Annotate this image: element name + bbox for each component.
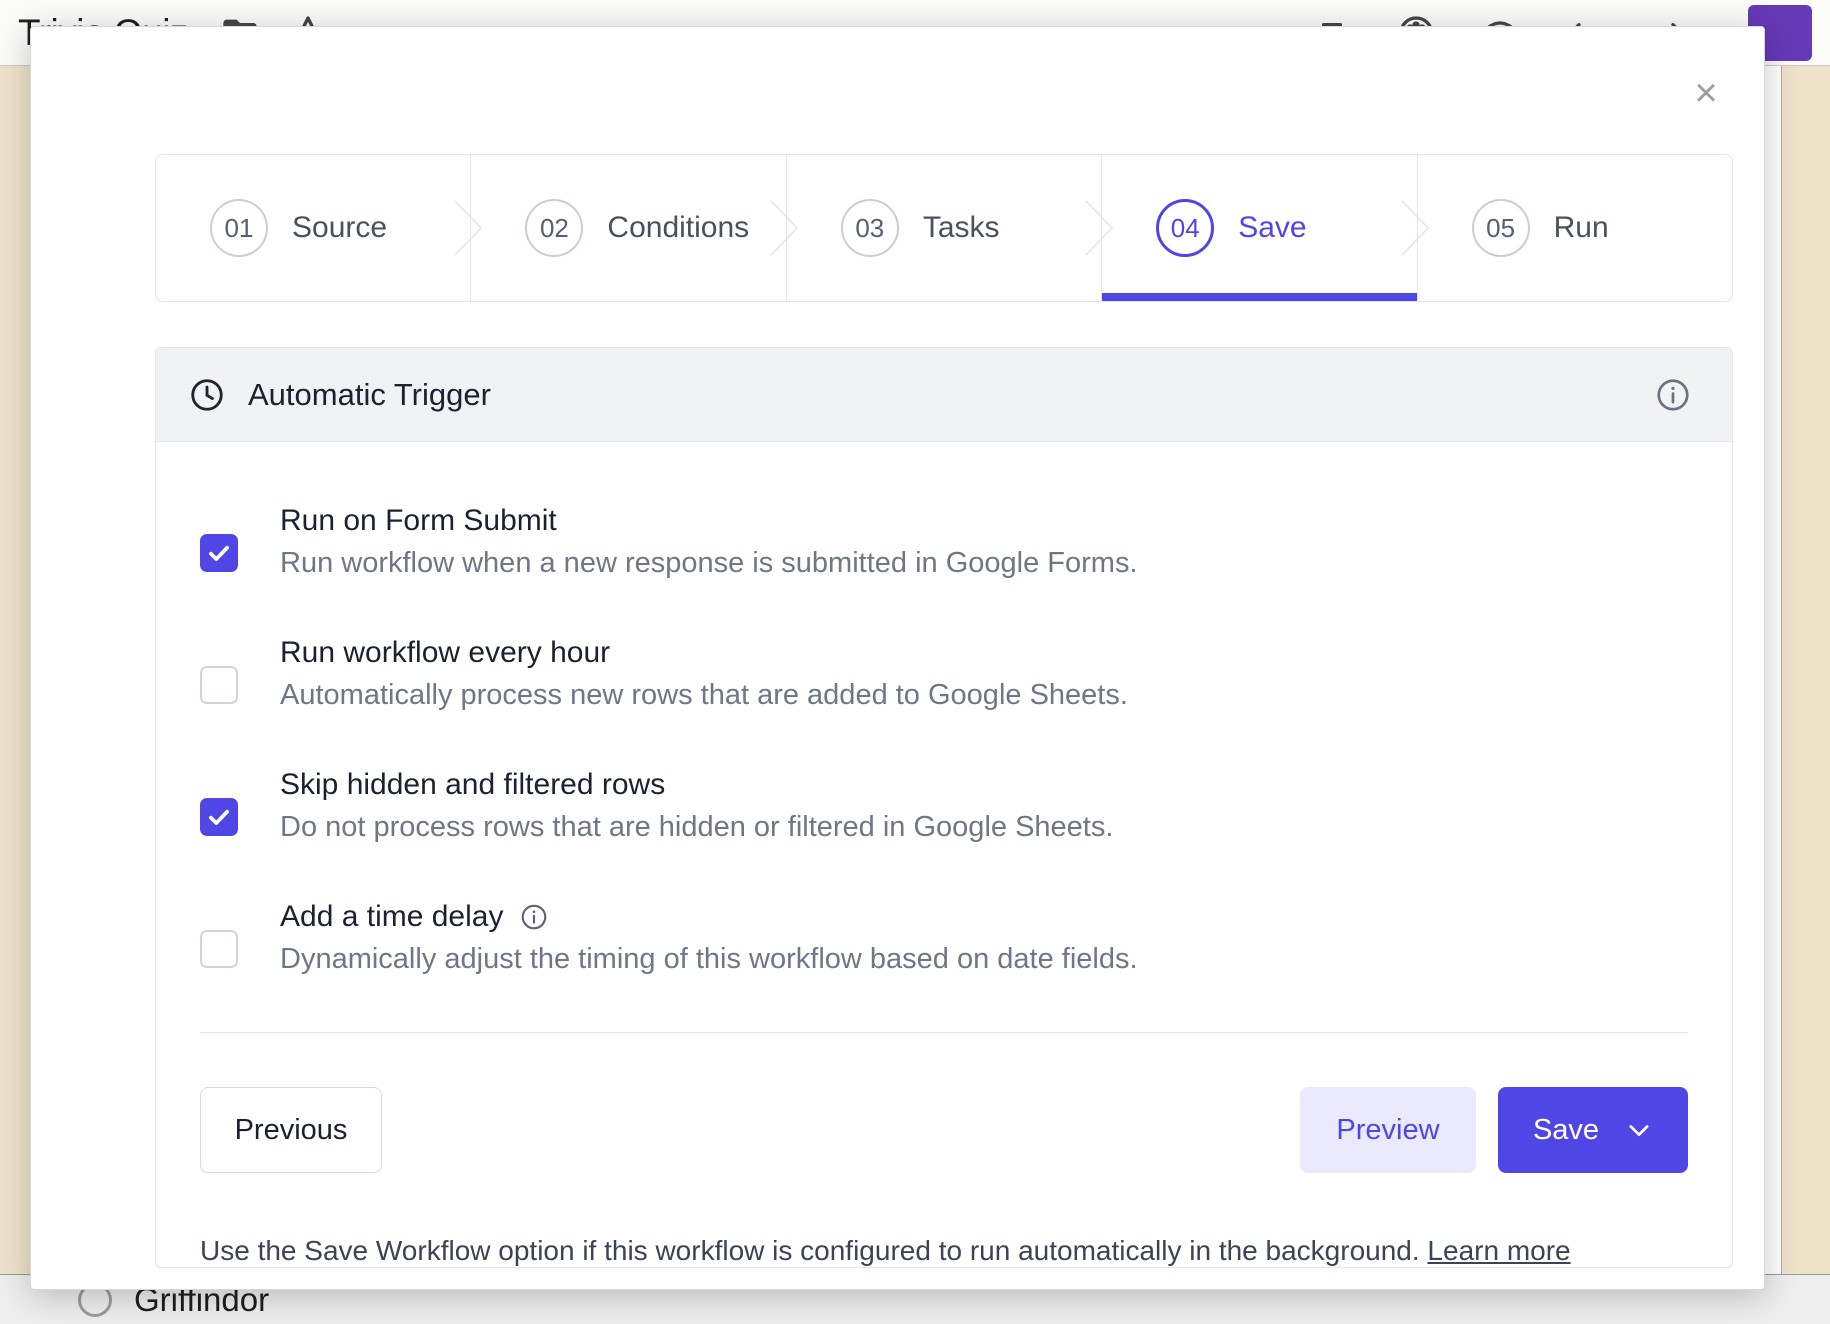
option-skip-hidden-rows: Skip hidden and filtered rows Do not pro… bbox=[200, 768, 1688, 844]
action-buttons: Previous Preview Save bbox=[200, 1033, 1688, 1173]
checkbox-skip-hidden-rows[interactable] bbox=[200, 798, 238, 836]
option-title: Add a time delay bbox=[280, 900, 1138, 934]
option-run-on-form-submit: Run on Form Submit Run workflow when a n… bbox=[200, 504, 1688, 580]
step-label: Tasks bbox=[923, 211, 1000, 245]
workflow-stepper: 01 Source 02 Conditions 03 Tasks 04 Save bbox=[155, 154, 1733, 302]
footnote: Use the Save Workflow option if this wor… bbox=[200, 1173, 1688, 1267]
card-body: Run on Form Submit Run workflow when a n… bbox=[156, 442, 1732, 1267]
save-button[interactable]: Save bbox=[1498, 1087, 1688, 1173]
preview-button[interactable]: Preview bbox=[1300, 1087, 1476, 1173]
option-description: Do not process rows that are hidden or f… bbox=[280, 811, 1113, 844]
step-number: 05 bbox=[1472, 199, 1530, 257]
step-run[interactable]: 05 Run bbox=[1418, 155, 1732, 301]
step-number: 04 bbox=[1156, 199, 1214, 257]
option-title-text: Run workflow every hour bbox=[280, 636, 610, 670]
learn-more-link[interactable]: Learn more bbox=[1427, 1235, 1570, 1266]
card-header-left: Automatic Trigger bbox=[188, 376, 491, 414]
option-text: Run workflow every hour Automatically pr… bbox=[280, 636, 1128, 712]
step-source[interactable]: 01 Source bbox=[156, 155, 471, 301]
step-label: Source bbox=[292, 211, 387, 245]
checkbox-add-time-delay[interactable] bbox=[200, 930, 238, 968]
step-number: 02 bbox=[525, 199, 583, 257]
option-title: Run on Form Submit bbox=[280, 504, 1138, 538]
option-description: Dynamically adjust the timing of this wo… bbox=[280, 943, 1138, 976]
chevron-down-icon bbox=[1625, 1116, 1653, 1144]
option-run-every-hour: Run workflow every hour Automatically pr… bbox=[200, 636, 1688, 712]
checkbox-run-every-hour[interactable] bbox=[200, 666, 238, 704]
option-text: Run on Form Submit Run workflow when a n… bbox=[280, 504, 1138, 580]
step-number: 03 bbox=[841, 199, 899, 257]
info-icon[interactable] bbox=[1654, 376, 1692, 414]
clock-icon bbox=[188, 376, 226, 414]
option-title: Skip hidden and filtered rows bbox=[280, 768, 1113, 802]
option-title-text: Add a time delay bbox=[280, 900, 503, 934]
option-description: Automatically process new rows that are … bbox=[280, 679, 1128, 712]
step-save[interactable]: 04 Save bbox=[1102, 155, 1417, 301]
step-tasks[interactable]: 03 Tasks bbox=[787, 155, 1102, 301]
option-add-time-delay: Add a time delay Dynamically adjust the … bbox=[200, 900, 1688, 976]
option-text: Add a time delay Dynamically adjust the … bbox=[280, 900, 1138, 976]
option-title-text: Run on Form Submit bbox=[280, 504, 557, 538]
workflow-modal: × 01 Source 02 Conditions 03 Tasks 04 bbox=[30, 26, 1765, 1290]
save-button-label: Save bbox=[1533, 1114, 1599, 1147]
close-icon[interactable]: × bbox=[1678, 65, 1734, 121]
option-title-text: Skip hidden and filtered rows bbox=[280, 768, 665, 802]
option-description: Run workflow when a new response is subm… bbox=[280, 547, 1138, 580]
option-title: Run workflow every hour bbox=[280, 636, 1128, 670]
step-label: Conditions bbox=[607, 211, 749, 245]
previous-button[interactable]: Previous bbox=[200, 1087, 382, 1173]
step-label: Run bbox=[1554, 211, 1609, 245]
step-label: Save bbox=[1238, 211, 1306, 245]
card-header: Automatic Trigger bbox=[156, 348, 1732, 442]
info-icon[interactable] bbox=[519, 902, 549, 932]
card-title: Automatic Trigger bbox=[248, 377, 491, 413]
footnote-text: Use the Save Workflow option if this wor… bbox=[200, 1235, 1420, 1266]
step-conditions[interactable]: 02 Conditions bbox=[471, 155, 786, 301]
step-number: 01 bbox=[210, 199, 268, 257]
automatic-trigger-card: Automatic Trigger Run on Form Submit Run… bbox=[155, 347, 1733, 1268]
option-text: Skip hidden and filtered rows Do not pro… bbox=[280, 768, 1113, 844]
checkbox-run-on-form-submit[interactable] bbox=[200, 534, 238, 572]
